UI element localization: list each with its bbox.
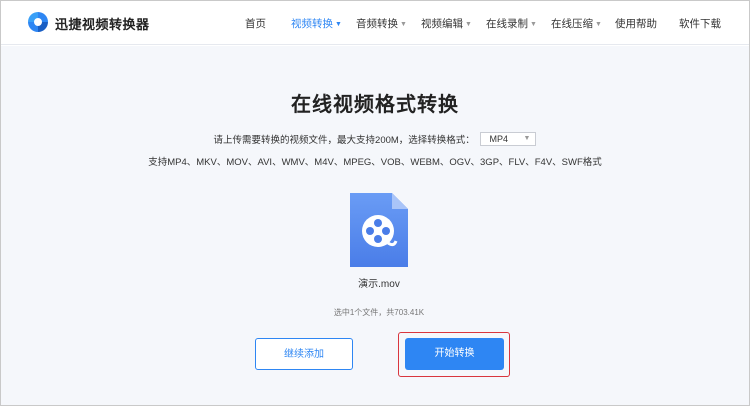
converter-panel: 在线视频格式转换 请上传需要转换的视频文件，最大支持200M，选择转换格式： M… bbox=[1, 46, 749, 405]
nav-item-download[interactable]: 软件下载 bbox=[679, 16, 721, 31]
start-convert-button[interactable]: 开始转换 bbox=[405, 338, 504, 370]
nav-item-video-edit[interactable]: 视频编辑 ▼ bbox=[421, 16, 472, 31]
file-name: 演示.mov bbox=[358, 279, 400, 290]
video-file-icon[interactable] bbox=[348, 191, 410, 269]
chevron-down-icon: ▼ bbox=[595, 21, 602, 28]
nav-item-home[interactable]: 首页 bbox=[245, 16, 266, 31]
selection-summary: 选中1个文件，共703.41K bbox=[333, 308, 425, 317]
continue-add-button[interactable]: 继续添加 bbox=[255, 338, 353, 370]
upload-hint-row: 请上传需要转换的视频文件，最大支持200M，选择转换格式： MP4 ▼ bbox=[1, 132, 749, 148]
chevron-down-icon: ▼ bbox=[335, 21, 342, 28]
nav-item-video-convert[interactable]: 视频转换 ▼ bbox=[291, 16, 342, 31]
nav-item-online-compress[interactable]: 在线压缩 ▼ bbox=[551, 16, 602, 31]
nav-item-online-record[interactable]: 在线录制 ▼ bbox=[486, 16, 537, 31]
main-nav: 首页 视频转换 ▼ 音频转换 ▼ 视频编辑 ▼ 在线录制 ▼ 在线压缩 ▼ 使用帮助 软件… bbox=[1, 16, 749, 32]
output-format-value: MP4 bbox=[489, 134, 508, 144]
supported-formats: 支持MP4、MKV、MOV、AVI、WMV、M4V、MPEG、VOB、WEBM、… bbox=[148, 157, 602, 168]
nav-item-help[interactable]: 使用帮助 bbox=[615, 16, 657, 31]
top-nav-bar: 迅捷视频转换器 首页 视频转换 ▼ 音频转换 ▼ 视频编辑 ▼ 在线录制 ▼ 在线压缩 ▼… bbox=[1, 1, 749, 45]
upload-hint: 请上传需要转换的视频文件，最大支持200M，选择转换格式： bbox=[213, 135, 475, 146]
nav-item-audio-convert[interactable]: 音频转换 ▼ bbox=[356, 16, 407, 31]
page-title: 在线视频格式转换 bbox=[291, 94, 459, 116]
chevron-down-icon: ▼ bbox=[400, 21, 407, 28]
chevron-down-icon: ▼ bbox=[523, 135, 531, 142]
output-format-select[interactable]: MP4 ▼ bbox=[480, 132, 537, 146]
chevron-down-icon: ▼ bbox=[465, 21, 472, 28]
chevron-down-icon: ▼ bbox=[530, 21, 537, 28]
